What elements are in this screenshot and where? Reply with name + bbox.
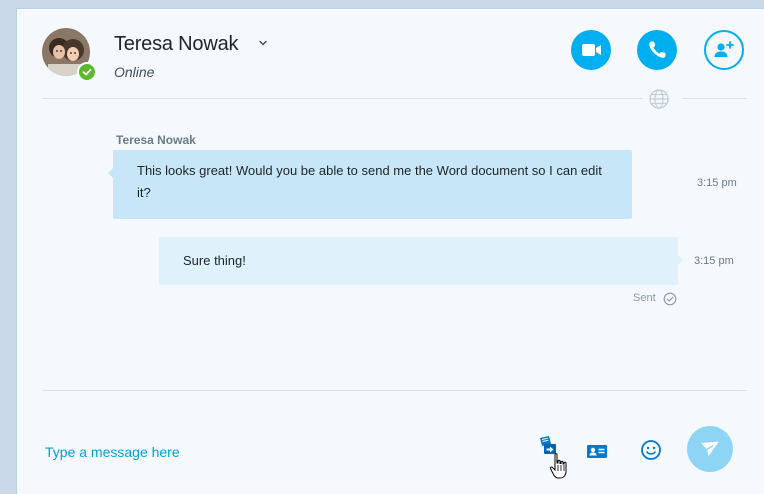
send-contact-button[interactable] (585, 439, 611, 465)
audio-call-button[interactable] (637, 30, 677, 70)
globe-icon[interactable] (648, 88, 670, 110)
online-presence-icon (77, 62, 97, 82)
add-people-button[interactable] (704, 30, 744, 70)
outgoing-message-bubble[interactable]: Sure thing! (159, 237, 683, 285)
message-sender-name: Teresa Nowak (116, 133, 196, 147)
header-divider-right (683, 98, 747, 99)
hand-cursor-icon (549, 453, 567, 479)
message-input[interactable] (45, 441, 465, 463)
contact-card-icon (587, 445, 607, 458)
video-camera-icon (582, 44, 601, 56)
message-text: This looks great! Would you be able to s… (137, 163, 602, 200)
contact-name[interactable]: Teresa Nowak (114, 33, 239, 56)
delivery-status: Sent (633, 292, 656, 304)
message-text: Sure thing! (183, 253, 246, 268)
emoticons-button[interactable] (638, 437, 664, 463)
add-person-icon (714, 41, 734, 57)
send-arrow-icon (701, 441, 719, 456)
smiley-icon (641, 440, 661, 460)
contact-status: Online (114, 64, 155, 80)
message-timestamp: 3:15 pm (697, 177, 737, 189)
incoming-message-bubble[interactable]: This looks great! Would you be able to s… (108, 150, 632, 219)
video-call-button[interactable] (571, 30, 611, 70)
send-button[interactable] (687, 426, 733, 472)
header-divider (43, 98, 643, 99)
chevron-down-icon[interactable] (257, 38, 269, 48)
phone-icon (649, 41, 666, 58)
sent-check-icon (663, 292, 677, 306)
compose-divider (43, 390, 747, 391)
chat-window: Teresa Nowak Online Teresa Nowak This lo… (16, 8, 764, 494)
message-timestamp: 3:15 pm (694, 255, 734, 267)
